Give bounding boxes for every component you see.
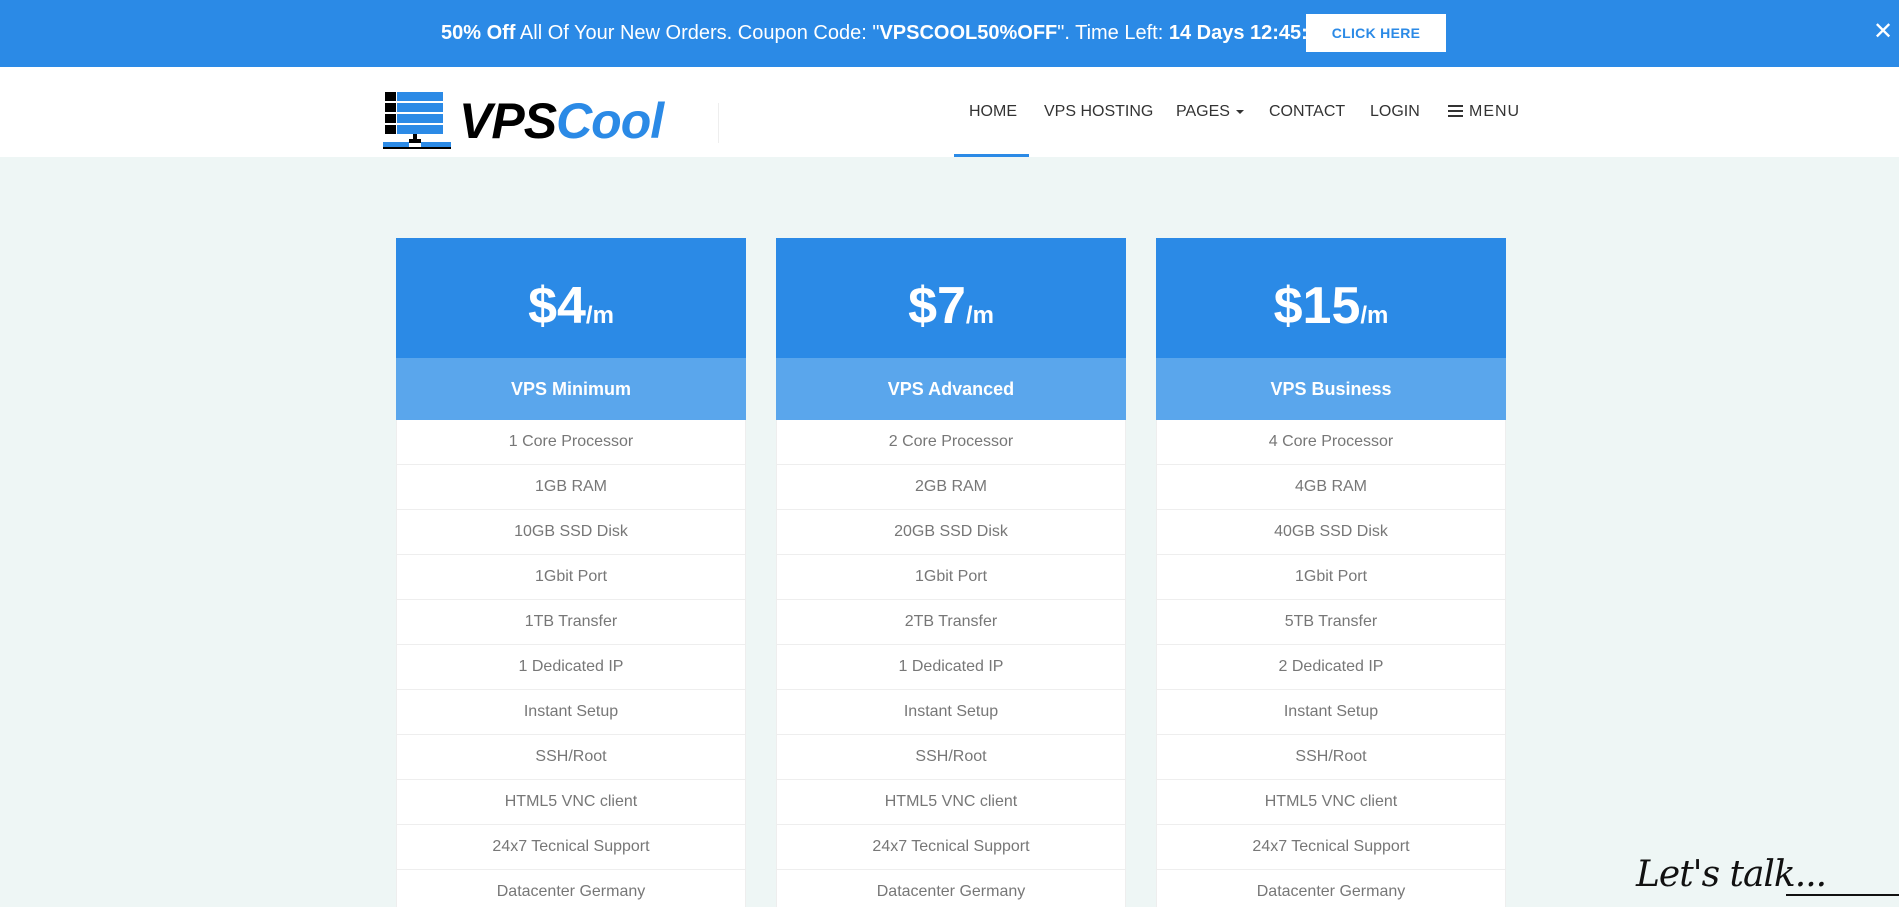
nav-login[interactable]: LOGIN — [1370, 67, 1420, 157]
pricing-card-business: $15/m VPS Business 4 Core Processor 4GB R… — [1156, 238, 1506, 907]
pricing-card-minimum: $4/m VPS Minimum 1 Core Processor 1GB RAM… — [396, 238, 746, 907]
feature-row: 1TB Transfer — [396, 600, 746, 645]
logo-cool: Cool — [556, 93, 664, 149]
promo-text-part2: ". Time Left: — [1057, 22, 1169, 44]
feature-row: Datacenter Germany — [776, 870, 1126, 907]
feature-row: Datacenter Germany — [1156, 870, 1506, 907]
feature-row: 2TB Transfer — [776, 600, 1126, 645]
feature-row: 10GB SSD Disk — [396, 510, 746, 555]
feature-row: 1Gbit Port — [776, 555, 1126, 600]
feature-row: 4GB RAM — [1156, 465, 1506, 510]
caret-down-icon — [1235, 109, 1244, 114]
feature-row: 24x7 Tecnical Support — [1156, 825, 1506, 870]
feature-row: HTML5 VNC client — [776, 780, 1126, 825]
chat-label: Let's talk... — [1636, 854, 1827, 895]
promo-text-part1: All Of Your New Orders. Coupon Code: " — [515, 22, 880, 44]
feature-row: 1GB RAM — [396, 465, 746, 510]
feature-row: 4 Core Processor — [1156, 420, 1506, 465]
feature-row: 1 Dedicated IP — [776, 645, 1126, 690]
feature-row: 1 Dedicated IP — [396, 645, 746, 690]
feature-row: 1 Core Processor — [396, 420, 746, 465]
feature-row: Instant Setup — [1156, 690, 1506, 735]
nav-menu-label: MENU — [1469, 103, 1521, 120]
promo-bar: 50% Off All Of Your New Orders. Coupon C… — [0, 0, 1899, 67]
plan-name: VPS Advanced — [776, 358, 1126, 420]
feature-row: Datacenter Germany — [396, 870, 746, 907]
nav-vps-hosting[interactable]: VPS HOSTING — [1044, 67, 1153, 157]
feature-row: 1Gbit Port — [1156, 555, 1506, 600]
price-value: $7 — [908, 277, 966, 335]
price-header: $15/m — [1156, 238, 1506, 358]
feature-list: 4 Core Processor 4GB RAM 40GB SSD Disk 1Gbi… — [1156, 420, 1506, 907]
feature-row: HTML5 VNC client — [1156, 780, 1506, 825]
site-header: VPSCool — [0, 67, 1899, 157]
feature-row: 5TB Transfer — [1156, 600, 1506, 645]
price-amount: $15/m — [1156, 276, 1506, 336]
price-value: $15 — [1273, 277, 1361, 335]
nav-pages-label: PAGES — [1176, 103, 1230, 120]
price-header: $4/m — [396, 238, 746, 358]
server-stack-icon — [383, 92, 451, 149]
feature-row: SSH/Root — [396, 735, 746, 780]
price-amount: $7/m — [776, 276, 1126, 336]
promo-discount: 50% Off — [441, 22, 516, 44]
logo-vps: VPS — [459, 93, 557, 149]
feature-row: 24x7 Tecnical Support — [776, 825, 1126, 870]
feature-row: 40GB SSD Disk — [1156, 510, 1506, 555]
feature-row: 2 Core Processor — [776, 420, 1126, 465]
feature-row: SSH/Root — [1156, 735, 1506, 780]
logo-wordmark: VPSCool — [459, 92, 664, 150]
pricing-card-advanced: $7/m VPS Advanced 2 Core Processor 2GB RA… — [776, 238, 1126, 907]
plan-name: VPS Minimum — [396, 358, 746, 420]
site-logo[interactable]: VPSCool — [383, 92, 683, 150]
promo-click-here-button[interactable]: CLICK HERE — [1306, 14, 1446, 52]
nav-contact[interactable]: CONTACT — [1269, 67, 1345, 157]
nav-home[interactable]: HOME — [969, 67, 1017, 157]
plan-name: VPS Business — [1156, 358, 1506, 420]
chat-widget[interactable]: Let's talk... — [1636, 850, 1899, 907]
feature-list: 1 Core Processor 1GB RAM 10GB SSD Disk 1Gbi… — [396, 420, 746, 907]
price-unit: /m — [585, 302, 614, 329]
feature-row: Instant Setup — [396, 690, 746, 735]
feature-row: SSH/Root — [776, 735, 1126, 780]
feature-row: 20GB SSD Disk — [776, 510, 1126, 555]
feature-row: Instant Setup — [776, 690, 1126, 735]
feature-row: 2 Dedicated IP — [1156, 645, 1506, 690]
price-unit: /m — [965, 302, 994, 329]
feature-row: 24x7 Tecnical Support — [396, 825, 746, 870]
promo-text: 50% Off All Of Your New Orders. Coupon C… — [441, 21, 1330, 45]
price-value: $4 — [528, 277, 586, 335]
coupon-code: VPSCOOL50%OFF — [879, 22, 1058, 44]
close-icon[interactable]: ✕ — [1872, 20, 1894, 44]
nav-active-indicator — [954, 154, 1029, 157]
feature-row: 1Gbit Port — [396, 555, 746, 600]
nav-menu[interactable]: MENU — [1448, 67, 1520, 157]
header-divider — [718, 103, 719, 143]
feature-row: 2GB RAM — [776, 465, 1126, 510]
feature-list: 2 Core Processor 2GB RAM 20GB SSD Disk 1Gbi… — [776, 420, 1126, 907]
price-header: $7/m — [776, 238, 1126, 358]
nav-pages[interactable]: PAGES — [1176, 67, 1244, 157]
hamburger-icon — [1448, 104, 1463, 117]
chat-underline — [1786, 894, 1899, 896]
price-unit: /m — [1360, 302, 1389, 329]
feature-row: HTML5 VNC client — [396, 780, 746, 825]
price-amount: $4/m — [396, 276, 746, 336]
